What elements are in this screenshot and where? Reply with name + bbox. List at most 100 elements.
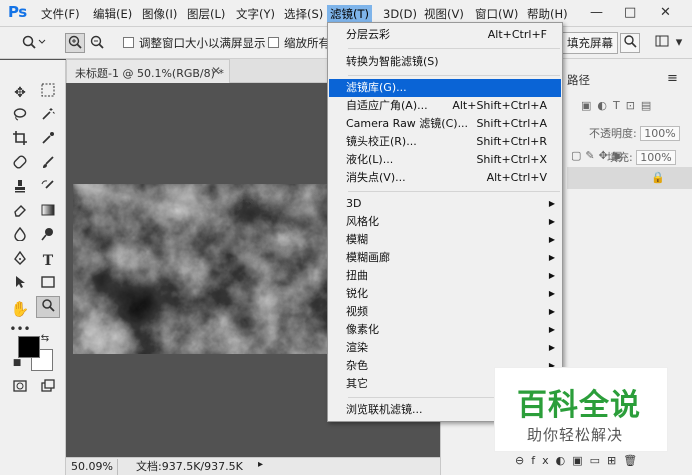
resize-window-checkbox[interactable] [123,37,134,48]
menu-item-stylize[interactable]: 风格化 ▶ [329,213,561,231]
submenu-arrow-icon: ▶ [548,271,555,280]
menu-item-camera-raw[interactable]: Camera Raw 滤镜(C)... Shift+Ctrl+A [329,115,561,133]
filter-menu: 分层云彩 Alt+Ctrl+F 转换为智能滤镜(S) 滤镜库(G)... 自适应广… [327,22,563,422]
move-tool-icon[interactable]: ✥ [8,82,32,104]
submenu-arrow-icon: ▶ [548,235,555,244]
menu-item-sharpen[interactable]: 锐化 ▶ [329,285,561,303]
healing-brush-icon[interactable] [8,154,32,176]
menu-file[interactable]: 文件(F) [38,5,83,23]
layer-row[interactable] [567,167,692,189]
ps-logo: Ps [8,3,27,21]
eyedropper-icon[interactable] [36,130,60,152]
watermark-title: 百科全说 [517,388,641,423]
screen-mode-icon[interactable] [36,378,60,400]
document-tab[interactable]: 未标题-1 @ 50.1%(RGB/8) * ✕ [66,59,230,83]
rectangle-tool-icon[interactable] [36,274,60,296]
gradient-icon[interactable] [36,202,60,224]
zoom-out-icon[interactable] [87,33,107,53]
menu-item-blur[interactable]: 模糊 ▶ [329,231,561,249]
zoom-tool-icon[interactable] [36,296,60,318]
magic-wand-icon[interactable] [36,106,60,128]
menu-item-adaptive-wide-angle[interactable]: 自适应广角(A)... Alt+Shift+Ctrl+A [329,97,561,115]
zoom-tool-preset-icon[interactable] [20,33,48,53]
status-menu-arrow-icon[interactable]: ▸ [258,459,263,470]
menu-filter[interactable]: 滤镜(T) [327,5,372,23]
dodge-tool-icon[interactable] [36,226,60,248]
fill-row: 填充: 100% [607,149,676,165]
document-canvas[interactable] [73,184,333,354]
workspace-icon[interactable] [652,33,672,53]
close-tab-icon[interactable]: ✕ [211,64,221,78]
menu-layer[interactable]: 图层(L) [184,5,228,23]
menu-window[interactable]: 窗口(W) [472,5,521,23]
chevron-down-icon[interactable]: ▾ [672,33,686,53]
menu-item-convert-smart-filters[interactable]: 转换为智能滤镜(S) [329,53,561,71]
watermark-badge: 百科全说 助你轻松解决 [494,367,668,452]
menu-select[interactable]: 选择(S) [281,5,326,23]
clouds-render-image [73,184,333,354]
fill-label: 填充: [607,151,633,164]
swap-colors-icon[interactable]: ⇆ [38,332,52,346]
eraser-icon[interactable] [8,202,32,224]
menu-item-distort[interactable]: 扭曲 ▶ [329,267,561,285]
menu-item-3d[interactable]: 3D ▶ [329,195,561,213]
tools-panel: ✥ T ✋ ••• ⇆ ■ [0,60,66,475]
submenu-arrow-icon: ▶ [548,325,555,334]
layer-filter-icons[interactable]: ▣◐T⊡▤ [581,99,657,112]
brush-tool-icon[interactable] [36,154,60,176]
watermark-subtitle: 助你轻松解决 [527,426,624,444]
menu-item-video[interactable]: 视频 ▶ [329,303,561,321]
quick-mask-icon[interactable] [8,378,32,400]
marquee-tool-icon[interactable] [36,82,60,104]
blur-tool-icon[interactable] [8,226,32,248]
panel-menu-icon[interactable]: ≡ [667,71,678,86]
menu-help[interactable]: 帮助(H) [524,5,571,23]
crop-tool-icon[interactable] [8,130,32,152]
menu-image[interactable]: 图像(I) [139,5,180,23]
menu-item-filter-gallery[interactable]: 滤镜库(G)... [329,79,561,97]
opacity-row: 不透明度: 100% [589,125,680,141]
default-colors-icon[interactable]: ■ [10,356,24,370]
menu-item-blur-gallery[interactable]: 模糊画廊 ▶ [329,249,561,267]
opacity-field[interactable]: 100% [640,126,680,141]
zoom-level-field[interactable]: 50.09% [68,459,118,475]
menu-edit[interactable]: 编辑(E) [90,5,135,23]
lasso-tool-icon[interactable] [8,106,32,128]
document-info: 文档:937.5K/937.5K [136,460,243,473]
status-bar: 50.09% 文档:937.5K/937.5K ▸ [66,457,440,475]
menu-item-vanishing-point[interactable]: 消失点(V)... Alt+Ctrl+V [329,169,561,187]
fill-field[interactable]: 100% [636,150,676,165]
pen-tool-icon[interactable] [8,250,32,272]
opacity-label: 不透明度: [589,127,637,140]
document-tab-title: 未标题-1 @ 50.1%(RGB/8) * [75,67,224,80]
clone-stamp-icon[interactable] [8,178,32,200]
menu-3d[interactable]: 3D(D) [380,5,420,23]
menu-view[interactable]: 视图(V) [421,5,467,23]
zoom-all-label: 缩放所有 [284,36,330,50]
submenu-arrow-icon: ▶ [548,217,555,226]
minimize-icon[interactable]: — [590,5,603,20]
hand-tool-icon[interactable]: ✋ [8,298,32,320]
submenu-arrow-icon: ▶ [548,343,555,352]
zoom-in-icon[interactable] [65,33,85,53]
menu-type[interactable]: 文字(Y) [233,5,278,23]
menu-item-difference-clouds[interactable]: 分层云彩 Alt+Ctrl+F [329,26,561,44]
fill-screen-button[interactable]: 填充屏幕 [562,32,618,54]
lock-icon: 🔒 [651,171,665,184]
maximize-icon[interactable]: □ [624,5,636,20]
zoom-all-checkbox[interactable] [268,37,279,48]
search-icon[interactable] [620,33,640,53]
type-tool-icon[interactable]: T [36,250,60,272]
submenu-arrow-icon: ▶ [548,289,555,298]
menu-item-liquify[interactable]: 液化(L)... Shift+Ctrl+X [329,151,561,169]
menu-item-render[interactable]: 渲染 ▶ [329,339,561,357]
resize-window-label: 调整窗口大小以满屏显示 [139,36,266,50]
menu-item-pixelate[interactable]: 像素化 ▶ [329,321,561,339]
close-window-icon[interactable]: ✕ [660,5,671,20]
foreground-color-swatch[interactable] [18,336,40,358]
menu-item-lens-correction[interactable]: 镜头校正(R)... Shift+Ctrl+R [329,133,561,151]
submenu-arrow-icon: ▶ [548,199,555,208]
layer-bottom-icons[interactable]: ⊖fx◐▣▭⊞🗑 [515,454,644,467]
tab-paths[interactable]: 路径 [567,72,590,88]
history-brush-icon[interactable] [36,178,60,200]
